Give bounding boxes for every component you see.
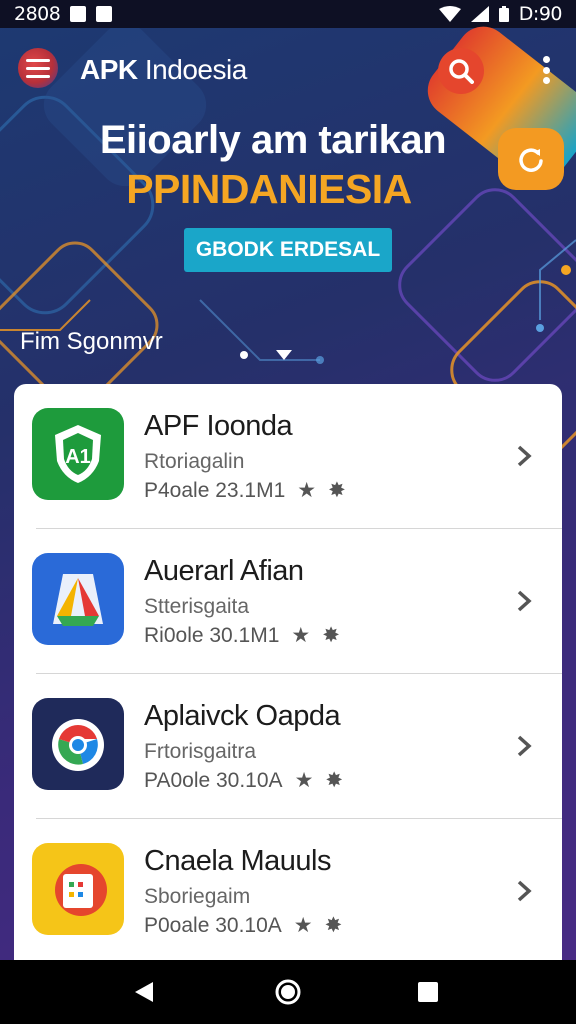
app-meta-text: PA0ole 30.10A: [144, 768, 283, 792]
app-icon-yellow-slides: [32, 843, 124, 935]
chevron-right-icon: [517, 445, 532, 467]
search-button[interactable]: [438, 48, 484, 94]
list-item[interactable]: Auerarl Afian Stterisgaita Ri0ole 30.1M1…: [14, 529, 562, 674]
app-title: Cnaela Mauuls: [144, 845, 331, 877]
section-title: Fim Sgonmvr: [20, 328, 163, 355]
app-meta: P0oale 30.10A ★ ✸: [144, 913, 342, 938]
status-clock: D:90: [518, 3, 563, 25]
star-icon: ★: [297, 479, 317, 502]
app-list-card: A1 APF Ioonda Rtoriagalin P4oale 23.1M1 …: [14, 384, 562, 984]
hero-cta-button[interactable]: GBODK ERDESAL: [184, 228, 392, 272]
app-meta-text: P4oale 23.1M1: [144, 478, 286, 502]
gear-icon: ✸: [324, 914, 343, 937]
back-icon: [135, 982, 153, 1002]
gear-icon: ✸: [325, 769, 343, 792]
notification-icon: [70, 6, 87, 22]
app-subtitle: Rtoriagalin: [144, 450, 245, 473]
status-indicators: D:90: [438, 3, 563, 25]
home-button[interactable]: [272, 976, 304, 1008]
app-icon-green-shield: A1: [32, 408, 124, 500]
hero-heading: Eiioarly am tarikan: [99, 118, 447, 162]
hamburger-icon: [26, 74, 50, 78]
more-vert-icon: [542, 66, 550, 74]
gear-icon: ✸: [322, 624, 340, 647]
system-nav-bar: [0, 960, 576, 1024]
app-subtitle: Sboriegaim: [144, 885, 251, 908]
list-item[interactable]: Aplaivck Oapda Frtorisgaitra PA0ole 30.1…: [14, 674, 562, 819]
signal-icon: [470, 6, 489, 22]
more-vert-icon: [542, 77, 550, 84]
svg-text:A1: A1: [65, 446, 91, 468]
star-icon: ★: [293, 914, 313, 937]
app-icon-navy-chrome: [32, 698, 124, 790]
chevron-right-icon: [517, 880, 532, 902]
star-icon: ★: [291, 624, 311, 647]
star-icon: ★: [294, 769, 314, 792]
app-title: APF Ioonda: [144, 410, 293, 442]
pager-dot[interactable]: [240, 351, 248, 359]
app-title-bold: APK: [80, 54, 138, 85]
app-meta-text: Ri0ole 30.1M1: [144, 623, 280, 647]
app-meta: PA0ole 30.10A ★ ✸: [144, 768, 343, 793]
list-item[interactable]: Cnaela Mauuls Sboriegaim P0oale 30.10A ★…: [14, 819, 562, 964]
app-title-rest: Indoesia: [137, 54, 247, 85]
notification-icon: [96, 6, 113, 22]
hero-subheading: PPINDANIESIA: [126, 166, 412, 212]
home-icon: [275, 979, 301, 1005]
pager-dropdown-icon[interactable]: [276, 350, 292, 360]
wifi-icon: [438, 6, 461, 22]
battery-icon: [498, 6, 509, 22]
more-options-button[interactable]: [532, 54, 560, 86]
status-bar: 2808 D:90: [0, 0, 576, 28]
chevron-right-icon: [517, 735, 532, 757]
list-item[interactable]: A1 APF Ioonda Rtoriagalin P4oale 23.1M1 …: [14, 384, 562, 529]
app-meta-text: P0oale 30.10A: [144, 913, 282, 937]
recents-icon: [418, 982, 438, 1002]
menu-button[interactable]: [18, 48, 58, 88]
app-meta: P4oale 23.1M1 ★ ✸: [144, 478, 346, 503]
carousel-pager[interactable]: [240, 350, 292, 360]
recents-button[interactable]: [412, 976, 444, 1008]
hamburger-icon: [26, 58, 50, 62]
app-title: Auerarl Afian: [144, 555, 304, 587]
app-meta: Ri0ole 30.1M1 ★ ✸: [144, 623, 340, 648]
app-title: Aplaivck Oapda: [144, 700, 341, 732]
chevron-right-icon: [517, 590, 532, 612]
app-title: APK Indoesia: [80, 54, 247, 86]
back-button[interactable]: [128, 976, 160, 1008]
app-icon-blue-drive: [32, 553, 124, 645]
status-time: 2808: [14, 3, 61, 25]
more-vert-icon: [542, 56, 550, 63]
hamburger-icon: [26, 66, 50, 70]
app-subtitle: Frtorisgaitra: [144, 740, 257, 763]
gear-icon: ✸: [328, 479, 346, 502]
app-subtitle: Stterisgaita: [144, 595, 250, 618]
search-icon: [449, 59, 474, 84]
